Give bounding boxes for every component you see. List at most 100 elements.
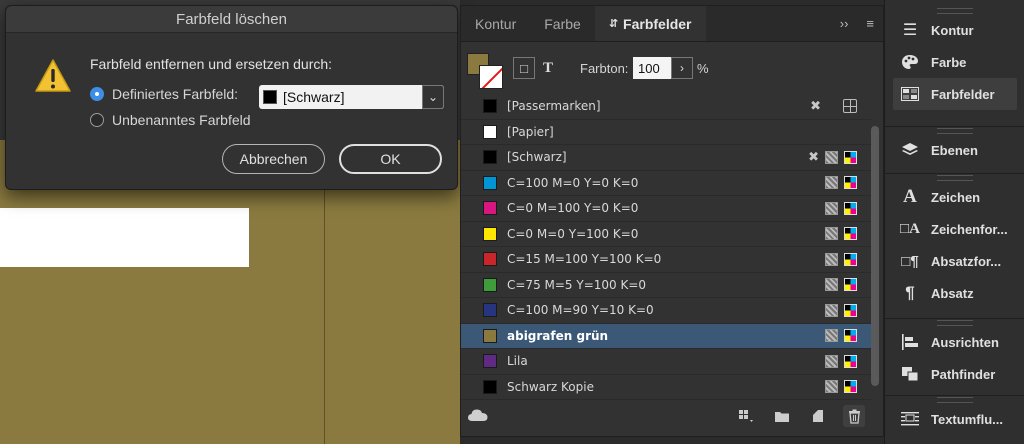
tint-label: Farbton: <box>580 61 629 76</box>
dock-group-type: A Zeichen □A Zeichenfor... □¶ Absatzfor.… <box>885 175 1024 309</box>
swatch-name: C=15 M=100 Y=100 K=0 <box>507 252 662 267</box>
panel-menu-icon[interactable]: ≡ <box>857 16 883 31</box>
cmyk-mode-icon <box>844 227 857 241</box>
cancel-button[interactable]: Abbrechen <box>222 144 325 174</box>
panel-tabs: Kontur Farbe ⇵ Farbfelder ›› ≡ <box>461 6 883 42</box>
swatch-row[interactable]: C=0 M=0 Y=100 K=0 <box>461 222 871 247</box>
dialog-heading: Farbfeld entfernen und ersetzen durch: <box>90 56 333 72</box>
process-color-icon <box>825 329 838 343</box>
scrollbar[interactable] <box>871 126 879 386</box>
tab-farbfelder[interactable]: ⇵ Farbfelder <box>594 6 706 41</box>
dock-label: Ausrichten <box>931 334 999 350</box>
new-folder-icon[interactable] <box>771 405 793 427</box>
swatch-name: [Papier] <box>507 124 554 139</box>
tint-unit: % <box>697 61 709 76</box>
tab-farbe[interactable]: Farbe <box>530 6 595 41</box>
dock-item-farbe[interactable]: Farbe <box>885 46 1024 78</box>
swatch-color-chip <box>483 226 497 241</box>
dock-divider <box>885 126 1024 127</box>
swatch-name: abigrafen grün <box>507 328 609 343</box>
layers-icon <box>899 141 921 159</box>
dock-item-absatz[interactable]: ¶ Absatz <box>885 277 1024 309</box>
swatch-name: Schwarz Kopie <box>507 379 594 394</box>
cmyk-mode-icon <box>844 176 857 190</box>
cc-libraries-icon[interactable] <box>467 408 489 425</box>
new-swatch-icon[interactable] <box>807 405 829 427</box>
swatch-name: C=0 M=100 Y=0 K=0 <box>507 201 639 216</box>
swatch-row[interactable]: C=100 M=0 Y=0 K=0 <box>461 171 871 196</box>
swatch-row[interactable]: [Papier] <box>461 120 871 145</box>
chevron-down-icon[interactable]: ⌄ <box>422 85 444 109</box>
swatch-color-chip <box>483 175 497 190</box>
dock-item-zeichen[interactable]: A Zeichen <box>885 181 1024 213</box>
dock-label: Farbfelder <box>931 86 995 102</box>
dock-item-zeichenformate[interactable]: □A Zeichenfor... <box>885 213 1024 245</box>
swatch-name: [Schwarz] <box>507 150 567 165</box>
cmyk-mode-icon <box>844 329 857 343</box>
swatch-color-chip <box>483 99 497 114</box>
dock-item-textumfluss[interactable]: Textumflu... <box>885 403 1024 435</box>
text-format-icon[interactable]: T <box>537 57 559 79</box>
dock-item-farbfelder[interactable]: Farbfelder <box>893 78 1017 110</box>
swatch-type-icons <box>825 222 857 247</box>
dock-group-layers: Ebenen <box>885 128 1024 166</box>
footer-buttons <box>735 405 865 427</box>
swatch-row[interactable]: Schwarz Kopie <box>461 375 871 400</box>
stroke-swatch[interactable] <box>479 65 503 89</box>
radio-unnamed-swatch[interactable]: Unbenanntes Farbfeld <box>90 112 251 128</box>
swatch-select-value: [Schwarz] <box>283 89 345 105</box>
dock-label: Zeichen <box>931 189 981 205</box>
swatch-row[interactable]: abigrafen grün <box>461 323 871 349</box>
dock-item-pathfinder[interactable]: Pathfinder <box>885 358 1024 390</box>
dock-item-kontur[interactable]: ☰ Kontur <box>885 14 1024 46</box>
swatch-type-icons <box>825 171 857 196</box>
dock-divider <box>885 173 1024 174</box>
ok-button[interactable]: OK <box>339 144 442 174</box>
dock-group-align: Ausrichten Pathfinder <box>885 320 1024 390</box>
panel-tools: ›› ≡ <box>831 6 883 41</box>
palette-icon <box>899 53 921 71</box>
swatch-color-chip <box>483 354 497 369</box>
swatch-type-icons: ✖ <box>808 145 857 170</box>
swatches-grid-icon <box>899 85 921 103</box>
radio-button[interactable] <box>90 113 104 127</box>
radio-label-defined: Definiertes Farbfeld: <box>112 86 239 102</box>
collapse-icon[interactable]: ›› <box>831 16 858 31</box>
swatch-color-chip <box>483 124 497 139</box>
delete-swatch-icon[interactable] <box>843 405 865 427</box>
radio-defined-swatch[interactable]: Definiertes Farbfeld: <box>90 86 238 102</box>
swatch-row[interactable]: Lila <box>461 349 871 375</box>
swatch-row[interactable]: C=100 M=90 Y=10 K=0 <box>461 298 871 324</box>
dock-label: Pathfinder <box>931 366 996 382</box>
swatch-views-icon[interactable] <box>735 405 757 427</box>
swatch-name: C=75 M=5 Y=100 K=0 <box>507 277 647 292</box>
dock-item-ausrichten[interactable]: Ausrichten <box>885 326 1024 358</box>
white-text-frame[interactable] <box>0 208 249 267</box>
radio-button-selected[interactable] <box>90 87 104 101</box>
text-wrap-icon <box>899 410 921 428</box>
swatch-chip <box>263 90 277 104</box>
swatch-row[interactable]: [Passermarken] ✖ <box>461 94 871 120</box>
dock-item-ebenen[interactable]: Ebenen <box>885 134 1024 166</box>
swatch-select[interactable]: [Schwarz] ⌄ <box>259 85 444 109</box>
align-icon <box>899 333 921 351</box>
process-color-icon <box>825 278 838 292</box>
stroke-lines-icon: ☰ <box>902 22 918 39</box>
tab-kontur[interactable]: Kontur <box>461 6 530 41</box>
warning-icon <box>35 59 71 92</box>
swatch-row[interactable]: C=15 M=100 Y=100 K=0 <box>461 247 871 273</box>
dock-label: Absatzfor... <box>931 253 1002 269</box>
tint-input[interactable] <box>633 57 671 79</box>
dock-group-wrap: Textumflu... <box>885 397 1024 435</box>
container-format-icon[interactable]: □ <box>513 57 535 79</box>
registration-icon <box>843 99 857 114</box>
swatch-row[interactable]: C=0 M=100 Y=0 K=0 <box>461 196 871 222</box>
swatch-type-icons <box>825 298 857 323</box>
dock-item-absatzformate[interactable]: □¶ Absatzfor... <box>885 245 1024 277</box>
swatch-row[interactable]: C=75 M=5 Y=100 K=0 <box>461 273 871 298</box>
process-color-icon <box>825 303 838 317</box>
fill-stroke-control[interactable] <box>467 53 509 91</box>
swatch-row[interactable]: [Schwarz] ✖ <box>461 145 871 171</box>
tint-stepper[interactable]: › <box>671 57 693 79</box>
dialog-title: Farbfeld löschen <box>6 6 457 33</box>
